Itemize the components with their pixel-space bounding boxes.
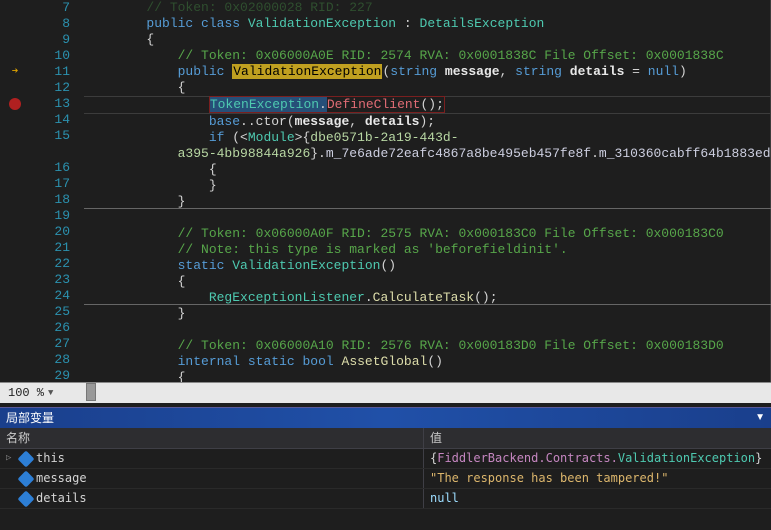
object-icon xyxy=(18,470,35,487)
expander-icon[interactable]: ▷ xyxy=(6,449,16,468)
variable-name: details xyxy=(36,489,87,508)
object-icon xyxy=(18,490,35,507)
panel-header[interactable]: 局部变量 ▼ xyxy=(0,408,771,428)
variable-name: this xyxy=(36,449,65,468)
code-editor[interactable]: 7 8 9 10 ➔11 12 13 14 15 16 17 18 19 20 … xyxy=(0,0,771,382)
column-value[interactable]: 值 xyxy=(424,428,771,448)
divider xyxy=(84,208,770,209)
zoom-bar[interactable]: 100 % ▼ xyxy=(0,382,771,403)
chevron-down-icon[interactable]: ▼ xyxy=(755,408,765,428)
object-icon xyxy=(18,450,35,467)
variable-value: "The response has been tampered!" xyxy=(424,469,771,488)
breakpoint-icon[interactable] xyxy=(0,98,30,110)
variable-row[interactable]: details null xyxy=(0,489,771,509)
variable-value: {FiddlerBackend.Contracts.ValidationExce… xyxy=(424,449,771,468)
horizontal-scrollbar-thumb[interactable] xyxy=(86,383,96,401)
variable-value: null xyxy=(424,489,771,508)
zoom-level[interactable]: 100 % xyxy=(8,383,44,403)
execution-arrow-icon: ➔ xyxy=(0,64,30,80)
current-method-highlight: ValidationException xyxy=(232,64,382,79)
gutter: 7 8 9 10 ➔11 12 13 14 15 16 17 18 19 20 … xyxy=(0,0,84,382)
line-num: 7 xyxy=(30,0,80,16)
column-name[interactable]: 名称 xyxy=(0,428,424,448)
variable-row[interactable]: ▷ this {FiddlerBackend.Contracts.Validat… xyxy=(0,449,771,469)
variable-name: message xyxy=(36,469,87,488)
locals-panel: 局部变量 ▼ 名称 值 ▷ this {FiddlerBackend.Contr… xyxy=(0,407,771,509)
chevron-down-icon[interactable]: ▼ xyxy=(48,383,53,403)
divider xyxy=(84,304,770,305)
panel-columns[interactable]: 名称 值 xyxy=(0,428,771,449)
panel-title: 局部变量 xyxy=(6,408,54,428)
variable-row[interactable]: message "The response has been tampered!… xyxy=(0,469,771,489)
code-text[interactable]: // Token: 0x02000028 RID: 227 public cla… xyxy=(84,0,770,382)
